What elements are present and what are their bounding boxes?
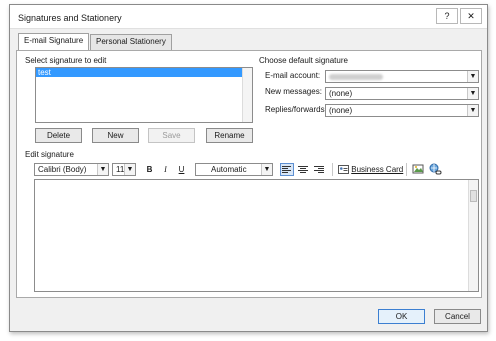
insert-hyperlink-icon [429,163,442,175]
email-account-value-redacted [329,73,383,80]
signature-list[interactable]: test [35,67,253,123]
tab-personal-stationery[interactable]: Personal Stationery [90,34,172,50]
bold-button[interactable]: B [144,164,155,175]
align-left-icon [282,166,291,173]
toolbar-divider [406,163,407,176]
new-messages-select[interactable]: (none) ▼ [325,87,479,100]
save-button[interactable]: Save [148,128,195,143]
editor-scrollbar-thumb[interactable] [470,190,477,202]
font-select[interactable]: Calibri (Body) ▼ [34,163,109,176]
signature-list-scrollbar[interactable] [242,68,252,122]
signature-list-items: test [36,68,242,122]
font-color-select[interactable]: Automatic ▼ [195,163,273,176]
email-account-select[interactable]: ▼ [325,70,479,83]
chevron-down-icon: ▼ [467,105,478,116]
chevron-down-icon: ▼ [261,164,272,175]
font-color-value: Automatic [211,165,247,174]
tab-email-signature-label: E-mail Signature [24,36,84,45]
close-button[interactable]: ✕ [460,8,482,24]
font-size-select[interactable]: 11 ▼ [112,163,136,176]
business-card-icon [338,165,349,175]
editor-scrollbar[interactable] [468,180,478,291]
title-bar: Signatures and Stationery ? ✕ [10,5,487,29]
align-left-button[interactable] [280,163,294,176]
tab-personal-stationery-label: Personal Stationery [96,37,166,46]
signature-editor[interactable] [34,179,479,292]
new-messages-label: New messages: [265,87,322,96]
align-right-icon [314,166,324,173]
cancel-button[interactable]: Cancel [434,309,481,324]
align-center-button[interactable] [297,164,309,175]
chevron-down-icon: ▼ [467,71,478,82]
replies-forwards-select[interactable]: (none) ▼ [325,104,479,117]
replies-forwards-value: (none) [329,106,353,115]
window-title: Signatures and Stationery [18,13,122,23]
signature-list-item-test[interactable]: test [36,68,242,77]
align-right-button[interactable] [313,164,325,175]
ok-button[interactable]: OK [378,309,425,324]
delete-button[interactable]: Delete [35,128,82,143]
chevron-down-icon: ▼ [124,164,135,175]
tab-email-signature[interactable]: E-mail Signature [18,33,90,51]
signatures-dialog: Signatures and Stationery ? ✕ E-mail Sig… [9,4,488,332]
edit-signature-label: Edit signature [25,150,74,159]
align-center-icon [298,166,308,173]
replies-forwards-label: Replies/forwards: [265,105,327,114]
help-button[interactable]: ? [436,8,458,24]
underline-button[interactable]: U [176,164,187,175]
business-card-button[interactable]: Business Card [338,163,403,176]
insert-hyperlink-button[interactable] [429,163,442,176]
new-button[interactable]: New [92,128,139,143]
new-messages-value: (none) [329,89,353,98]
insert-picture-button[interactable] [412,163,425,176]
italic-button[interactable]: I [160,164,171,175]
business-card-label: Business Card [351,165,404,174]
choose-default-signature-label: Choose default signature [259,56,348,65]
email-account-label: E-mail account: [265,71,321,80]
font-value: Calibri (Body) [38,165,87,174]
select-signature-label: Select signature to edit [25,56,107,65]
rename-button[interactable]: Rename [206,128,253,143]
chevron-down-icon: ▼ [467,88,478,99]
chevron-down-icon: ▼ [97,164,108,175]
insert-picture-icon [412,164,424,174]
toolbar-divider [332,163,333,176]
